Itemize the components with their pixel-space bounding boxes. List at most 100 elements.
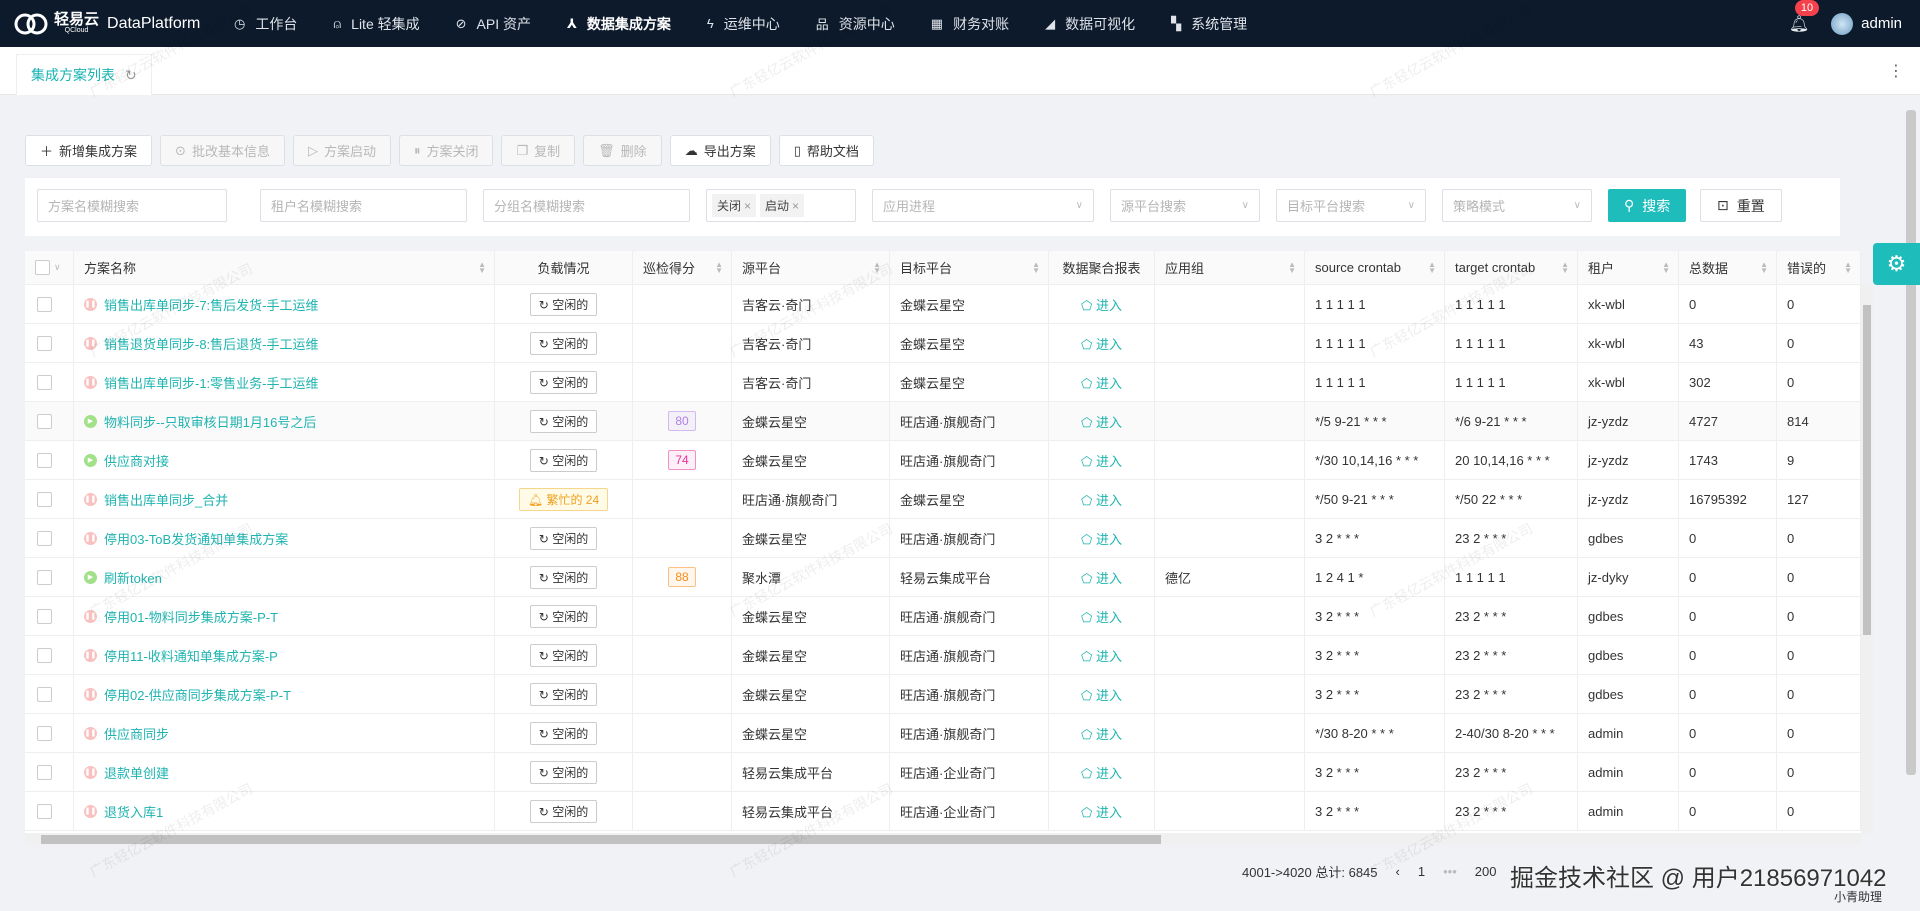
sort-icon[interactable]: ▲▼ (873, 262, 881, 274)
export-button[interactable]: ☁导出方案 (670, 135, 771, 166)
table-row[interactable]: ❚❚停用11-收料通知单集成方案-P↻ 空闲的金蝶云星空旺店通·旗舰奇门⬠ 进入… (25, 636, 1861, 675)
prev-page-button[interactable]: ‹ (1396, 864, 1400, 879)
sort-icon[interactable]: ▲▼ (1288, 262, 1296, 274)
avatar[interactable] (1831, 13, 1853, 35)
scroll-thumb[interactable] (1863, 305, 1871, 635)
checkbox[interactable] (37, 804, 52, 819)
nav-item-1[interactable]: ⍝Lite 轻集成 (333, 14, 419, 34)
solution-name-link[interactable]: 销售出库单同步_合并 (104, 490, 228, 509)
nav-item-7[interactable]: ◢数据可视化 (1045, 14, 1135, 34)
enter-report-link[interactable]: ⬠ 进入 (1081, 685, 1122, 704)
row-select[interactable] (25, 597, 74, 635)
solution-name-link[interactable]: 供应商同步 (104, 724, 169, 743)
strategy-select[interactable]: 策略模式∨ (1442, 189, 1592, 222)
enter-report-link[interactable]: ⬠ 进入 (1081, 802, 1122, 821)
reset-button[interactable]: ⊡重置 (1700, 189, 1782, 222)
nav-item-2[interactable]: ⊘API 资产 (456, 14, 531, 34)
load-status-button[interactable]: ↻ 空闲的 (530, 293, 597, 316)
row-select[interactable] (25, 402, 74, 440)
scroll-thumb[interactable] (41, 835, 1161, 844)
solution-name-link[interactable]: 停用02-供应商同步集成方案-P-T (104, 685, 291, 704)
help-docs-button[interactable]: ▯帮助文档 (779, 135, 874, 166)
table-row[interactable]: ▶供应商对接↻ 空闲的74金蝶云星空旺店通·旗舰奇门⬠ 进入*/30 10,14… (25, 441, 1861, 480)
load-status-button[interactable]: 🔔︎ 繁忙的 24 (519, 488, 608, 511)
solution-name-link[interactable]: 退款单创建 (104, 763, 169, 782)
user-name[interactable]: admin (1861, 15, 1902, 32)
table-row[interactable]: ❚❚供应商同步↻ 空闲的金蝶云星空旺店通·旗舰奇门⬠ 进入*/30 8-20 *… (25, 714, 1861, 753)
copy-button[interactable]: ❐复制 (501, 135, 575, 166)
sort-icon[interactable]: ▲▼ (715, 262, 723, 274)
load-status-button[interactable]: ↻ 空闲的 (530, 332, 597, 355)
enter-report-link[interactable]: ⬠ 进入 (1081, 412, 1122, 431)
page-current[interactable]: 200 (1475, 864, 1497, 879)
column-header[interactable]: 应用组▲▼ (1155, 251, 1305, 284)
tab-solution-list[interactable]: 集成方案列表↻ (16, 54, 152, 95)
enter-report-link[interactable]: ⬠ 进入 (1081, 451, 1122, 470)
sort-icon[interactable]: ▲▼ (1561, 262, 1569, 274)
solution-name-link[interactable]: 销售退货单同步-8:售后退货-手工运维 (104, 334, 319, 353)
solution-name-link[interactable]: 停用03-ToB发货通知单集成方案 (104, 529, 288, 548)
row-select[interactable] (25, 480, 74, 518)
sort-icon[interactable]: ▲▼ (1662, 262, 1670, 274)
row-select[interactable] (25, 753, 74, 791)
checkbox[interactable] (37, 336, 52, 351)
load-status-button[interactable]: ↻ 空闲的 (530, 800, 597, 823)
enter-report-link[interactable]: ⬠ 进入 (1081, 373, 1122, 392)
sort-icon[interactable]: ▲▼ (1760, 262, 1768, 274)
load-status-button[interactable]: ↻ 空闲的 (530, 449, 597, 472)
vertical-scrollbar[interactable] (1861, 285, 1873, 833)
solution-name-link[interactable]: 销售出库单同步-7:售后发货-手工运维 (104, 295, 319, 314)
logo[interactable]: 轻易云QCloud DataPlatform (14, 10, 234, 38)
solution-name-link[interactable]: 物料同步--只取审核日期1月16号之后 (104, 412, 316, 431)
column-header[interactable]: 方案名称▲▼ (74, 251, 495, 284)
table-row[interactable]: ❚❚销售退货单同步-8:售后退货-手工运维↻ 空闲的吉客云·奇门金蝶云星空⬠ 进… (25, 324, 1861, 363)
table-row[interactable]: ❚❚停用02-供应商同步集成方案-P-T↻ 空闲的金蝶云星空旺店通·旗舰奇门⬠ … (25, 675, 1861, 714)
column-header[interactable]: target crontab▲▼ (1445, 251, 1578, 284)
checkbox[interactable] (37, 531, 52, 546)
row-select[interactable] (25, 675, 74, 713)
load-status-button[interactable]: ↻ 空闲的 (530, 761, 597, 784)
checkbox[interactable] (37, 375, 52, 390)
group-search-input[interactable]: 分组名模糊搜索 (483, 189, 690, 222)
checkbox[interactable] (37, 609, 52, 624)
load-status-button[interactable]: ↻ 空闲的 (530, 410, 597, 433)
column-header[interactable]: 目标平台▲▼ (890, 251, 1049, 284)
settings-button[interactable]: ⚙ (1873, 243, 1920, 285)
load-status-button[interactable]: ↻ 空闲的 (530, 605, 597, 628)
enter-report-link[interactable]: ⬠ 进入 (1081, 763, 1122, 782)
column-header[interactable]: 错误的▲▼ (1777, 251, 1861, 284)
load-status-button[interactable]: ↻ 空闲的 (530, 722, 597, 745)
solution-name-link[interactable]: 销售出库单同步-1:零售业务-手工运维 (104, 373, 319, 392)
enter-report-link[interactable]: ⬠ 进入 (1081, 529, 1122, 548)
horizontal-scrollbar[interactable] (25, 833, 1861, 845)
enter-report-link[interactable]: ⬠ 进入 (1081, 724, 1122, 743)
table-row[interactable]: ▶刷新token↻ 空闲的88聚水潭轻易云集成平台⬠ 进入德亿1 2 4 1 *… (25, 558, 1861, 597)
nav-item-0[interactable]: ◷工作台 (234, 14, 297, 34)
refresh-icon[interactable]: ↻ (125, 67, 137, 84)
page-1[interactable]: 1 (1418, 864, 1425, 879)
notifications-button[interactable]: 🔔︎10 (1789, 14, 1809, 34)
column-header[interactable]: source crontab▲▼ (1305, 251, 1445, 284)
sort-icon[interactable]: ▲▼ (1428, 262, 1436, 274)
row-select[interactable] (25, 714, 74, 752)
load-status-button[interactable]: ↻ 空闲的 (530, 644, 597, 667)
row-select[interactable] (25, 792, 74, 830)
enter-report-link[interactable]: ⬠ 进入 (1081, 568, 1122, 587)
load-status-button[interactable]: ↻ 空闲的 (530, 371, 597, 394)
nav-item-8[interactable]: ▚系统管理 (1171, 14, 1247, 34)
nav-item-5[interactable]: 品资源中心 (816, 14, 895, 34)
solution-name-link[interactable]: 停用01-物料同步集成方案-P-T (104, 607, 278, 626)
enter-report-link[interactable]: ⬠ 进入 (1081, 295, 1122, 314)
table-row[interactable]: ❚❚退款单创建↻ 空闲的轻易云集成平台旺店通·企业奇门⬠ 进入3 2 * * *… (25, 753, 1861, 792)
column-header[interactable]: 巡检得分▲▼ (633, 251, 732, 284)
sort-icon[interactable]: ▲▼ (1032, 262, 1040, 274)
more-icon[interactable]: ⋮ (1888, 61, 1904, 81)
checkbox[interactable] (37, 492, 52, 507)
checkbox[interactable] (37, 453, 52, 468)
table-row[interactable]: ❚❚销售出库单同步-1:零售业务-手工运维↻ 空闲的吉客云·奇门金蝶云星空⬠ 进… (25, 363, 1861, 402)
row-select[interactable] (25, 285, 74, 323)
checkbox[interactable] (37, 765, 52, 780)
checkbox[interactable] (35, 260, 50, 275)
checkbox[interactable] (37, 570, 52, 585)
target-platform-select[interactable]: 目标平台搜索∨ (1276, 189, 1426, 222)
